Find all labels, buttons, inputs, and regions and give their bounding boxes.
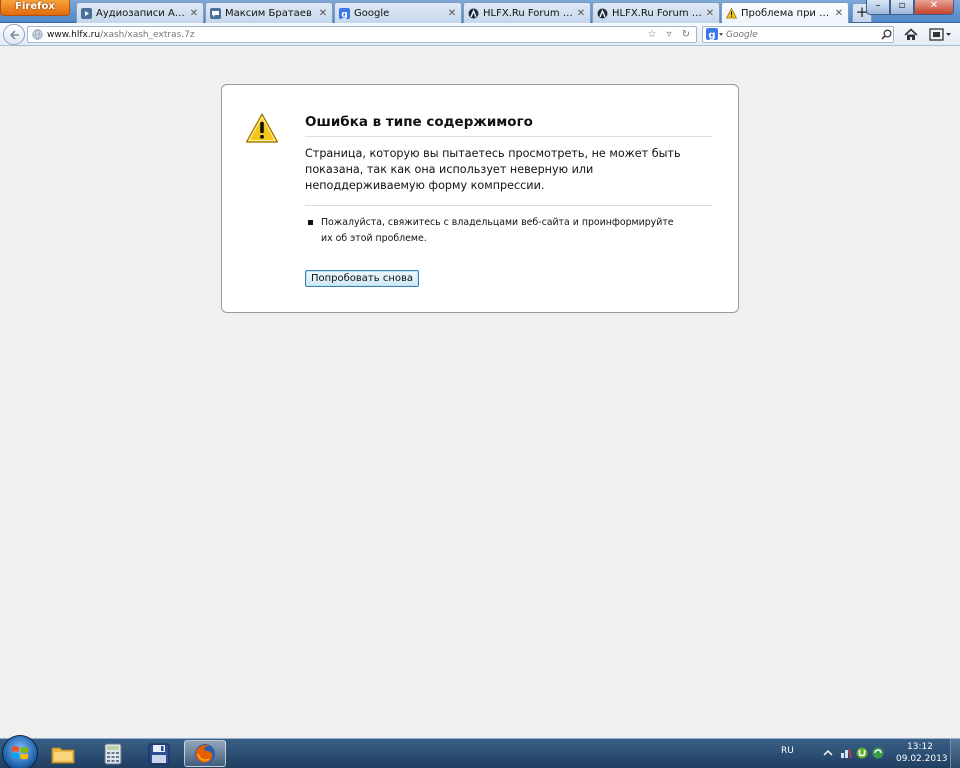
reload-icon[interactable]: ↻ bbox=[679, 28, 693, 42]
tab-vk-audio[interactable]: Аудиозаписи Алекса... ✕ bbox=[76, 2, 204, 23]
tab-title: HLFX.Ru Forum - Xash... bbox=[483, 7, 576, 19]
tab-strip: Аудиозаписи Алекса... ✕ Максим Братаев ✕… bbox=[76, 2, 872, 23]
error-description: Страница, которую вы пытаетесь просмотре… bbox=[305, 146, 712, 206]
firefox-icon bbox=[195, 743, 215, 764]
url-domain: www.hlfx.ru bbox=[47, 29, 101, 40]
google-icon: g bbox=[706, 28, 723, 41]
half-life-icon bbox=[468, 8, 479, 19]
folder-icon bbox=[51, 747, 75, 763]
google-icon: g bbox=[339, 7, 350, 19]
search-input[interactable] bbox=[726, 27, 879, 42]
tab-hlfx-2[interactable]: HLFX.Ru Forum - Xash... ✕ bbox=[592, 2, 720, 23]
home-icon bbox=[904, 28, 918, 40]
tab-google[interactable]: g Google ✕ bbox=[334, 2, 462, 23]
tray-sync-icon[interactable] bbox=[872, 747, 884, 759]
history-dropdown-icon[interactable]: ▿ bbox=[662, 28, 676, 42]
warning-icon bbox=[245, 113, 279, 143]
tab-close-icon[interactable]: ✕ bbox=[189, 8, 199, 19]
vk-chat-icon bbox=[210, 7, 221, 19]
bookmark-star-icon[interactable]: ☆ bbox=[645, 28, 659, 42]
suggestion-item: Пожалуйста, свяжитесь с владельцами веб-… bbox=[308, 215, 678, 247]
error-title: Ошибка в типе содержимого bbox=[305, 114, 712, 137]
globe-icon bbox=[32, 29, 43, 40]
tray-expand-icon[interactable] bbox=[822, 747, 834, 759]
home-button[interactable] bbox=[902, 26, 920, 43]
tray-network-icon[interactable] bbox=[840, 747, 852, 759]
show-desktop-button[interactable] bbox=[950, 739, 960, 768]
retry-button[interactable]: Попробовать снова bbox=[305, 270, 419, 287]
window-controls: – ▫ ✕ bbox=[866, 0, 954, 15]
back-button[interactable] bbox=[3, 24, 25, 45]
clock-time: 13:12 bbox=[907, 742, 933, 752]
search-icon[interactable] bbox=[879, 28, 893, 42]
page-content: Ошибка в типе содержимого Страница, кото… bbox=[0, 47, 960, 738]
taskbar-firefox-button[interactable] bbox=[184, 740, 226, 767]
tab-close-icon[interactable]: ✕ bbox=[834, 8, 844, 19]
tab-title: Google bbox=[354, 7, 390, 19]
taskbar-save-app-button[interactable] bbox=[138, 740, 180, 767]
search-engine-selector[interactable]: g bbox=[706, 28, 726, 41]
tab-hlfx-1[interactable]: HLFX.Ru Forum - Xash... ✕ bbox=[463, 2, 591, 23]
windows-logo-icon bbox=[12, 746, 28, 760]
firefox-menu-button[interactable]: Firefox bbox=[0, 0, 70, 16]
back-arrow-icon bbox=[9, 29, 19, 40]
svg-text:g: g bbox=[708, 30, 715, 41]
taskbar-explorer-button[interactable] bbox=[42, 740, 84, 767]
system-clock[interactable]: 13:12 09.02.2013 bbox=[896, 741, 948, 765]
tab-close-icon[interactable]: ✕ bbox=[447, 8, 457, 19]
url-text[interactable]: www.hlfx.ru/xash/xash_extras.7z bbox=[47, 30, 645, 40]
tray-utorrent-icon[interactable] bbox=[856, 747, 868, 759]
start-button[interactable] bbox=[2, 735, 38, 768]
tab-title: Проблема при загруз... bbox=[741, 7, 834, 19]
tab-close-icon[interactable]: ✕ bbox=[318, 8, 328, 19]
navigation-toolbar: www.hlfx.ru/xash/xash_extras.7z ☆ ▿ ↻ g bbox=[0, 23, 960, 46]
maximize-button[interactable]: ▫ bbox=[890, 0, 914, 15]
tab-title: HLFX.Ru Forum - Xash... bbox=[612, 7, 705, 19]
tab-close-icon[interactable]: ✕ bbox=[705, 8, 715, 19]
floppy-disk-icon bbox=[148, 743, 170, 764]
language-indicator[interactable]: RU bbox=[781, 746, 794, 756]
minimize-button[interactable]: – bbox=[866, 0, 890, 15]
clock-date: 09.02.2013 bbox=[896, 754, 948, 764]
warning-icon bbox=[726, 7, 737, 19]
bookmarks-menu-icon bbox=[929, 28, 951, 41]
tab-title: Аудиозаписи Алекса... bbox=[96, 7, 189, 19]
tab-vk-chat[interactable]: Максим Братаев ✕ bbox=[205, 2, 333, 23]
vk-audio-icon bbox=[81, 7, 92, 19]
bookmarks-button[interactable] bbox=[928, 26, 954, 43]
suggestion-list: Пожалуйста, свяжитесь с владельцами веб-… bbox=[308, 215, 678, 247]
close-button[interactable]: ✕ bbox=[914, 0, 954, 15]
search-bar: g bbox=[702, 26, 894, 43]
title-bar: Firefox Аудиозаписи Алекса... ✕ Максим Б… bbox=[0, 0, 960, 23]
calculator-icon bbox=[104, 743, 122, 764]
taskbar-calculator-button[interactable] bbox=[92, 740, 134, 767]
svg-text:g: g bbox=[341, 10, 347, 19]
tab-close-icon[interactable]: ✕ bbox=[576, 8, 586, 19]
url-bar[interactable]: www.hlfx.ru/xash/xash_extras.7z ☆ ▿ ↻ bbox=[27, 26, 697, 43]
tab-load-problem[interactable]: Проблема при загруз... ✕ bbox=[721, 2, 849, 23]
tab-title: Максим Братаев bbox=[225, 7, 312, 19]
half-life-icon bbox=[597, 8, 608, 19]
taskbar: RU 13:12 09.02.2013 bbox=[0, 735, 960, 768]
error-panel: Ошибка в типе содержимого Страница, кото… bbox=[221, 84, 739, 313]
url-path: /xash/xash_extras.7z bbox=[100, 29, 195, 40]
